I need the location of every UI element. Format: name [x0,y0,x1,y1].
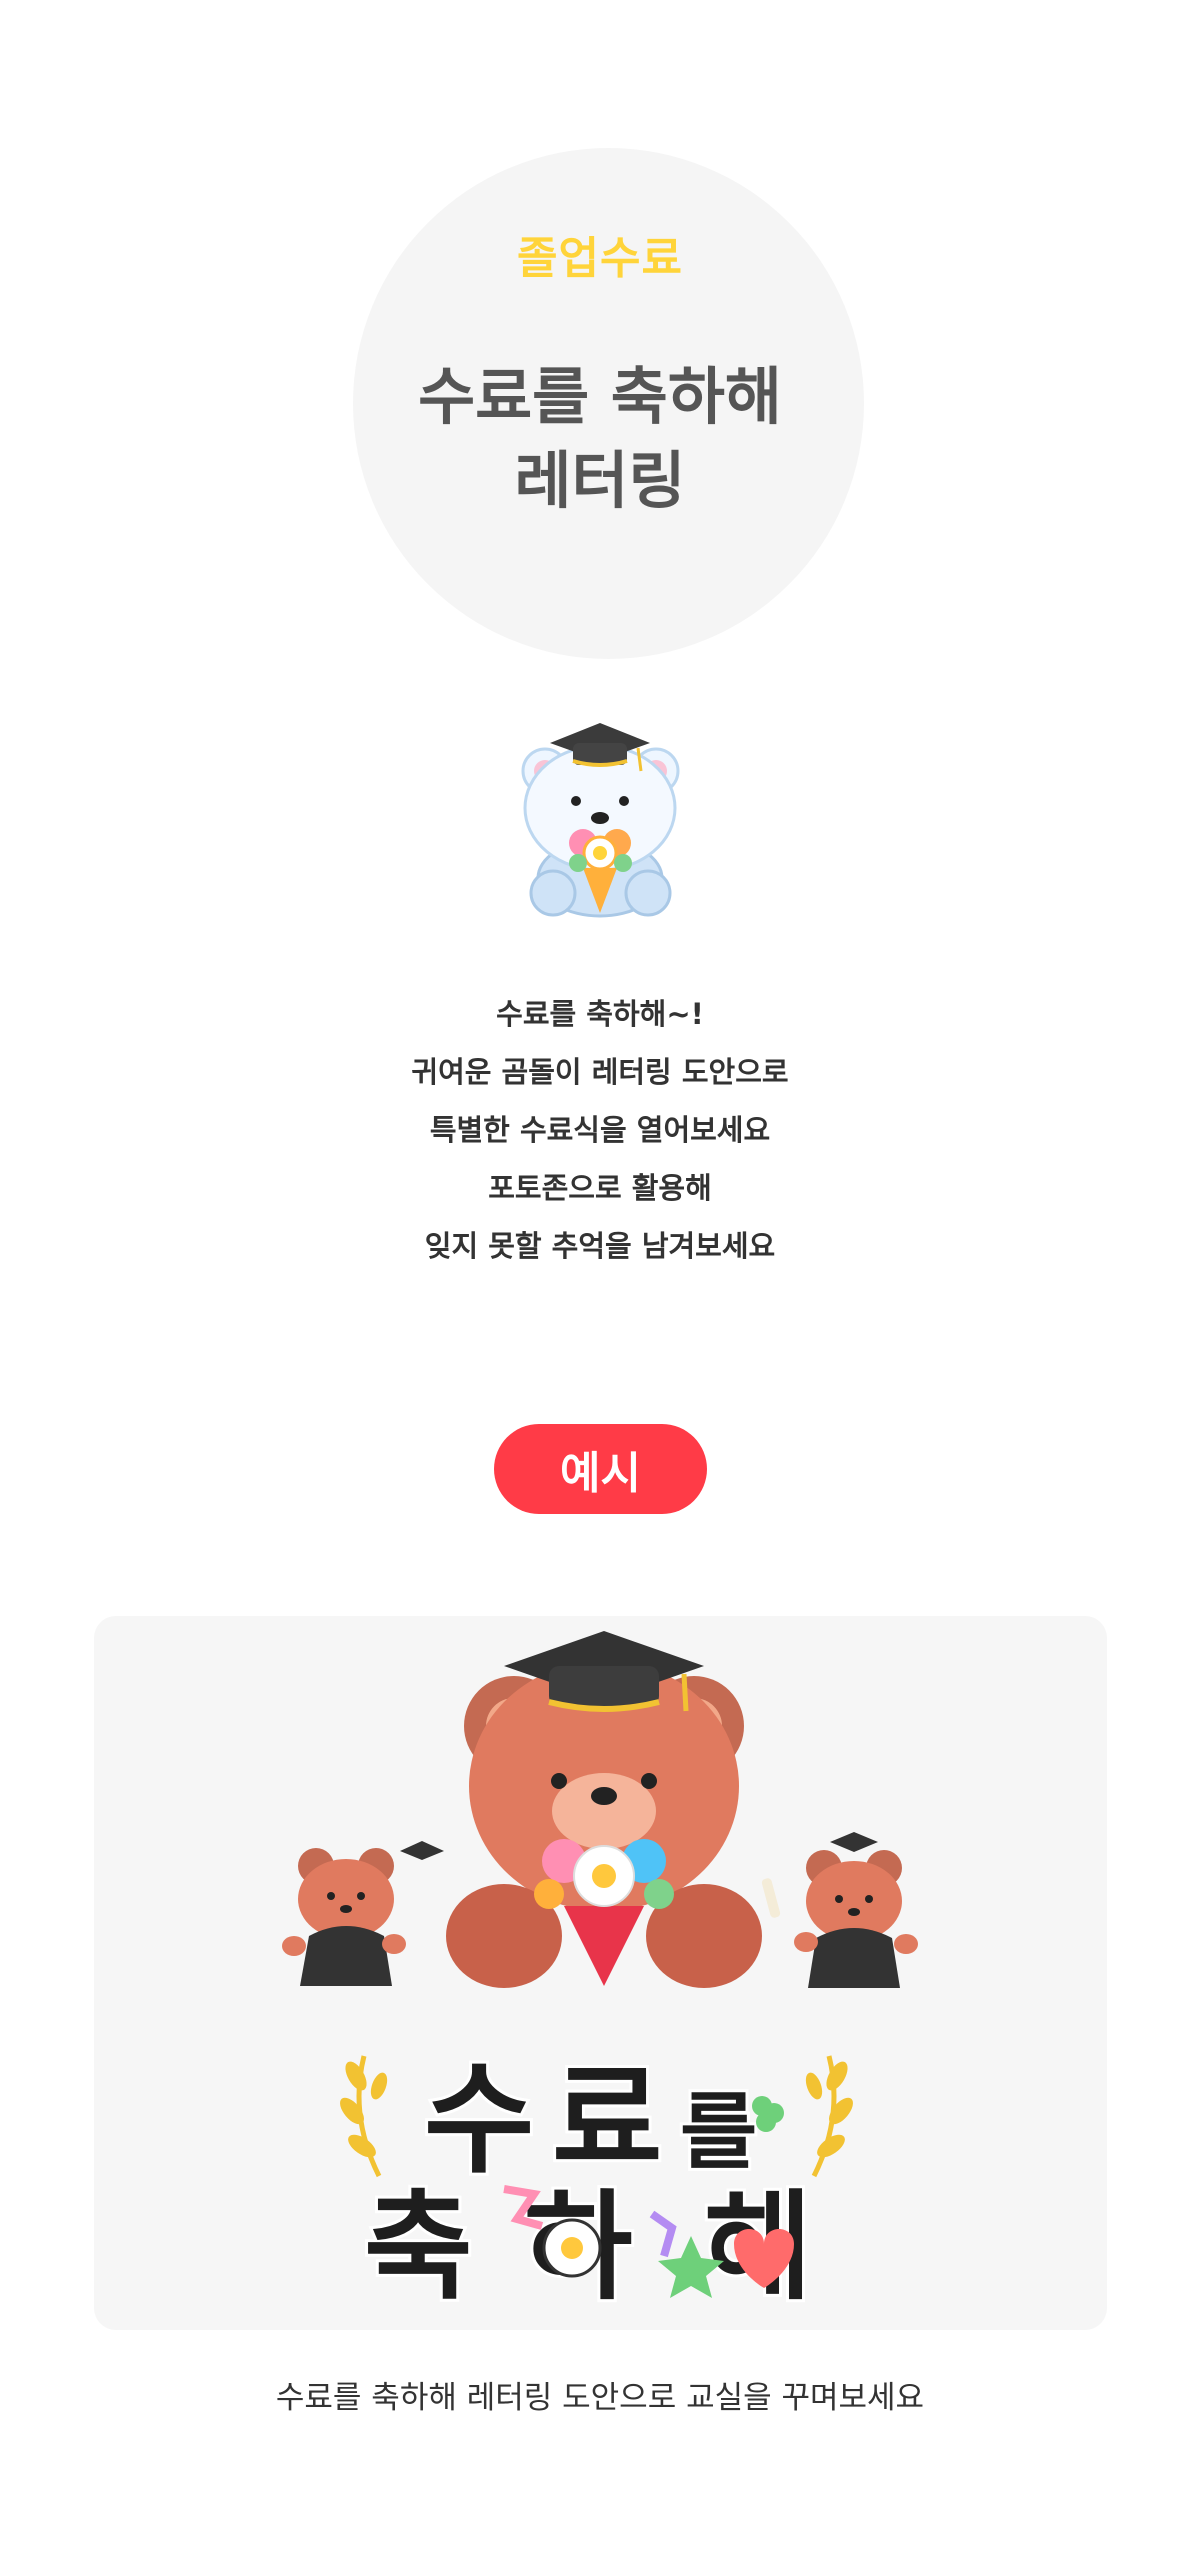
description-line: 포토존으로 활용해 [488,1171,712,1205]
description-line: 특별한 수료식을 열어보세요 [429,1113,771,1147]
example-caption: 수료를 축하해 레터링 도안으로 교실을 꾸며보세요 [275,2380,925,2416]
example-button[interactable]: 예시 [494,1424,707,1514]
lettering-char: 수 [424,2051,534,2190]
description-line: 수료를 축하해~! [496,997,704,1031]
laurel-left-icon [340,2055,388,2178]
polar-bear-graduate-icon [513,713,688,923]
description-line: 잊지 못할 추억을 남겨보세요 [424,1229,776,1263]
graduation-badge-text: 졸업수료 [517,233,683,284]
description-block: 수료를 축하해~! 귀여운 곰돌이 레터링 도안으로 특별한 수료식을 열어보세… [0,985,1200,1275]
lettering-artwork: 수 료 를 축 하 해 [282,1631,918,2319]
description-line: 귀여운 곰돌이 레터링 도안으로 [411,1055,789,1089]
laurel-right-icon [805,2055,853,2178]
page-title: 수료를 축하해 레터링 [0,355,1200,523]
ribbon-purple-decoration-icon [649,2210,677,2258]
page-title-line1: 수료를 축하해 [418,360,782,433]
small-bear-left-illustration [282,1841,444,1986]
lettering-char: 를 [680,2083,757,2181]
small-bear-right-illustration [761,1832,918,1988]
lettering-char: 료 [552,2051,662,2190]
lettering-char: 축 [364,2178,473,2316]
example-artwork-panel: 수 료 를 축 하 해 [94,1616,1107,2330]
brown-bear-graduate-illustration [446,1631,762,1988]
page-title-line2: 레터링 [514,444,686,517]
